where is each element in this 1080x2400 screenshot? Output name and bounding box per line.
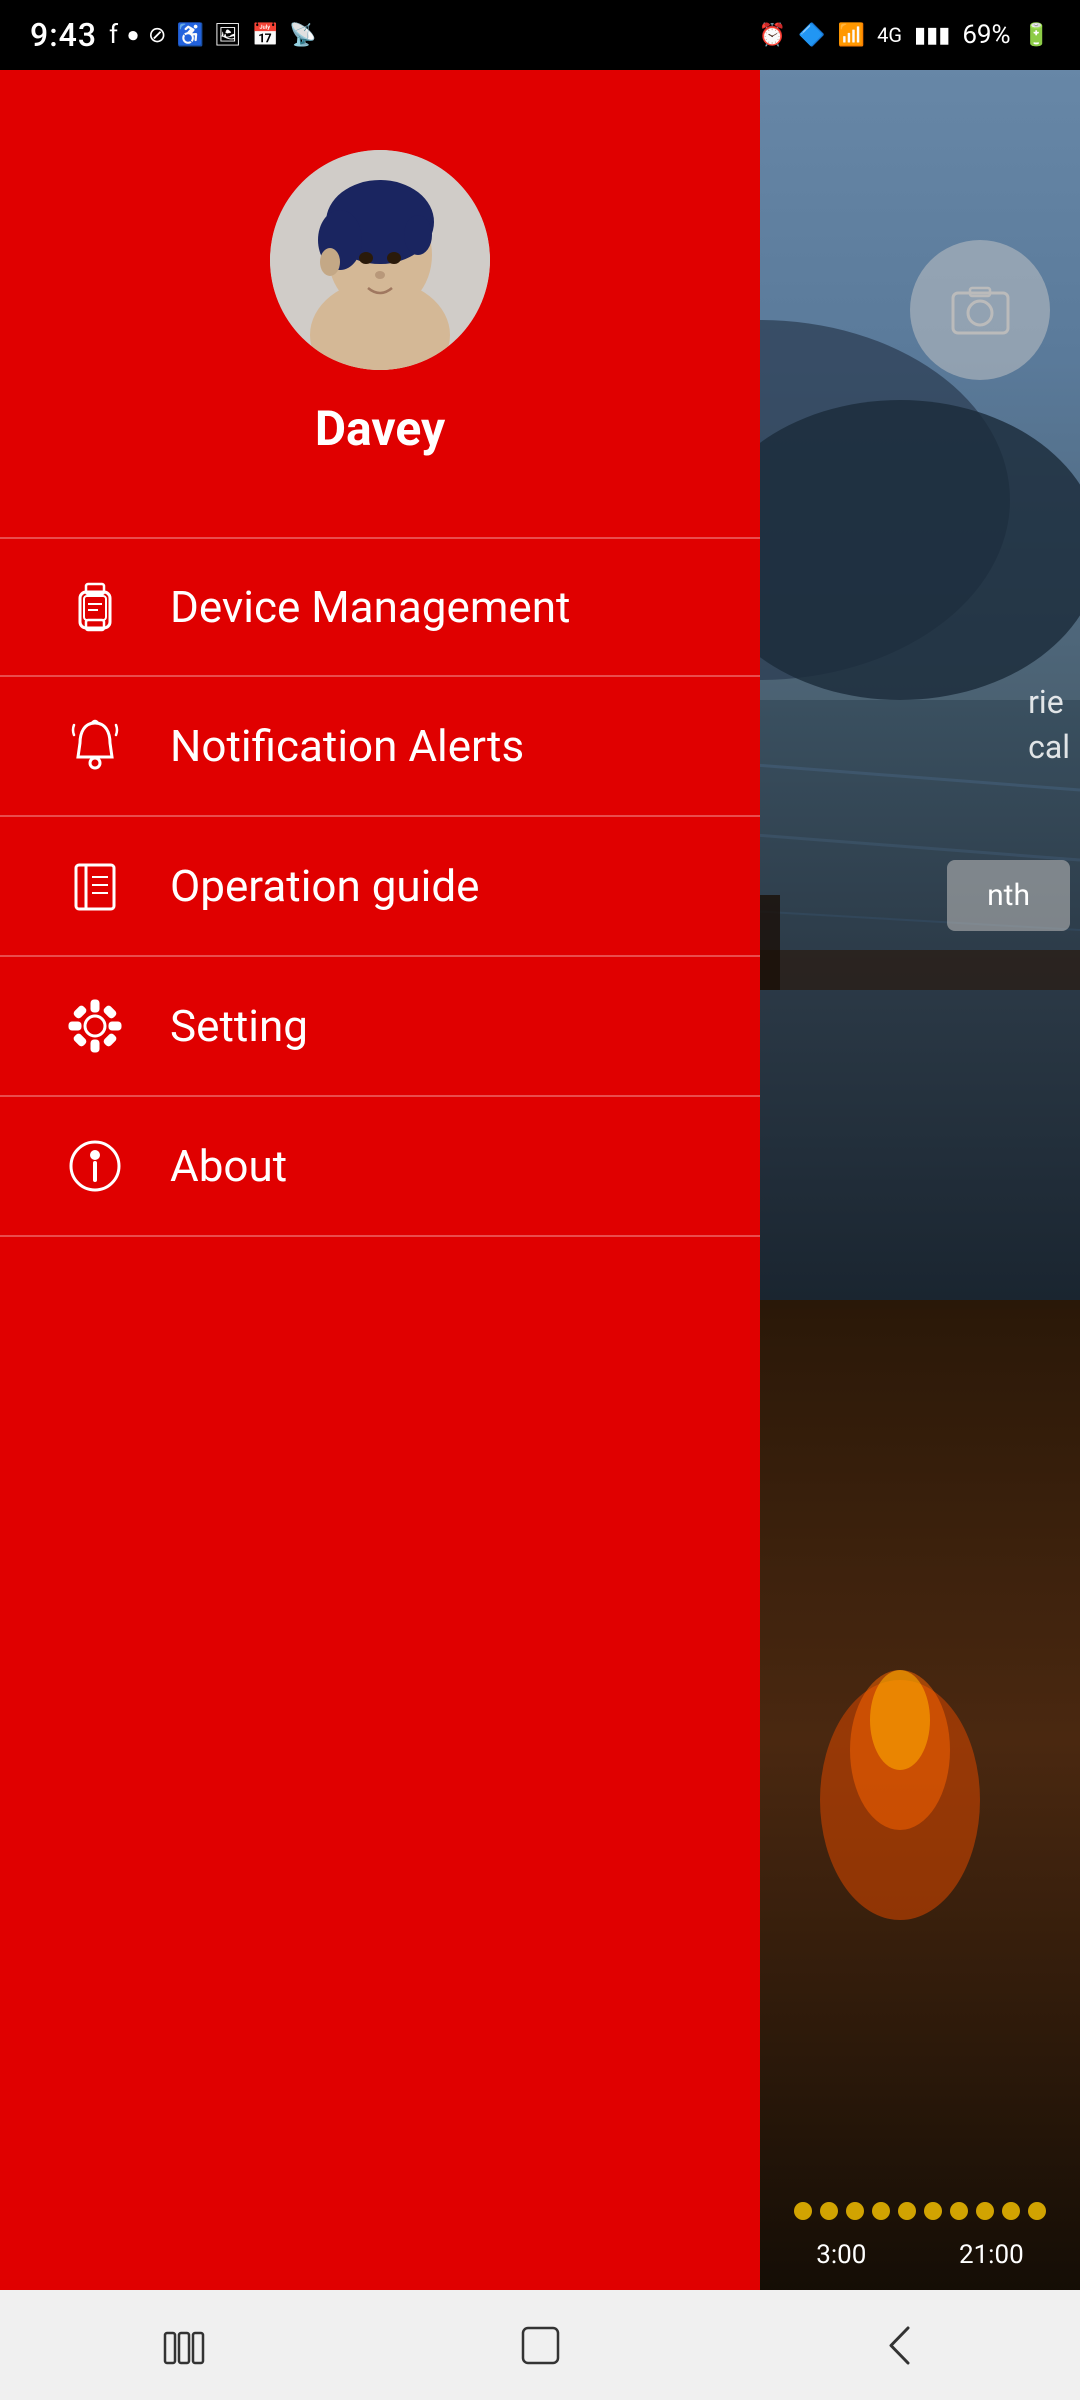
- drawer-content: Davey: [0, 70, 760, 2400]
- battery-icon: 🔋: [1023, 23, 1050, 48]
- dot-7: [950, 2202, 968, 2220]
- sidebar-item-about[interactable]: About: [0, 1097, 760, 1237]
- navigation-drawer: Davey: [0, 0, 760, 2400]
- setting-label: Setting: [170, 1000, 308, 1052]
- sidebar-item-operation-guide[interactable]: Operation guide: [0, 817, 760, 957]
- dot-3: [846, 2202, 864, 2220]
- time-start: 3:00: [816, 2240, 866, 2270]
- camera-icon: [948, 278, 1013, 343]
- operation-guide-label: Operation guide: [170, 860, 480, 912]
- wifi-icon: 📶: [838, 23, 865, 48]
- book-icon: [60, 851, 130, 921]
- month-button[interactable]: nth: [947, 860, 1070, 931]
- sidebar-item-setting[interactable]: Setting: [0, 957, 760, 1097]
- menu-list: Device Management: [0, 537, 760, 1237]
- back-icon: [873, 2318, 928, 2373]
- dot-6: [924, 2202, 942, 2220]
- facebook-icon: f: [109, 20, 118, 50]
- dot-9: [1002, 2202, 1020, 2220]
- status-time: 9:43: [30, 16, 97, 54]
- dot-5: [898, 2202, 916, 2220]
- timeline-times: 3:00 21:00: [760, 2240, 1080, 2270]
- status-bar: 9:43 f ⏺ ⊘ ♿ 🖼 📅 📡 ⏰ 🔷 📶 4G ▮▮▮ 69% 🔋: [0, 0, 1080, 70]
- signal-bars: ▮▮▮: [914, 23, 950, 48]
- recent-apps-button[interactable]: [130, 2310, 230, 2380]
- bell-icon: [60, 711, 130, 781]
- bluetooth-icon: 🔷: [798, 23, 825, 48]
- camera-button[interactable]: [910, 240, 1050, 380]
- gear-icon: [60, 991, 130, 1061]
- back-button[interactable]: [850, 2310, 950, 2380]
- status-icons-left: f ⏺ ⊘ ♿ 🖼 📅 📡: [109, 20, 317, 50]
- home-icon: [513, 2318, 568, 2373]
- right-text-1: rie cal: [1028, 680, 1070, 770]
- dot-10: [1028, 2202, 1046, 2220]
- dnd-icon: ⊘: [148, 23, 166, 48]
- dot-2: [820, 2202, 838, 2220]
- dot-8: [976, 2202, 994, 2220]
- status-bar-left: 9:43 f ⏺ ⊘ ♿ 🖼 📅 📡: [30, 16, 317, 54]
- status-bar-right: ⏰ 🔷 📶 4G ▮▮▮ 69% 🔋: [759, 20, 1050, 50]
- home-button[interactable]: [490, 2310, 590, 2380]
- info-icon: [60, 1131, 130, 1201]
- battery-percentage: 69%: [962, 20, 1010, 50]
- timeline-dots: [760, 2192, 1080, 2230]
- sidebar-item-device-management[interactable]: Device Management: [0, 537, 760, 677]
- profile-name: Davey: [315, 400, 445, 457]
- gallery-icon: 🖼: [214, 23, 242, 48]
- alarm-icon: ⏰: [759, 23, 786, 48]
- device-management-label: Device Management: [170, 581, 570, 633]
- bottom-navigation: [0, 2290, 1080, 2400]
- notification-alerts-label: Notification Alerts: [170, 720, 524, 772]
- dot-4: [872, 2202, 890, 2220]
- profile-section: Davey: [0, 70, 760, 537]
- calendar-icon: 📅: [252, 23, 279, 48]
- accessibility-icon: ♿: [176, 23, 203, 48]
- signal-icon: 4G: [877, 23, 902, 47]
- dot-1: [794, 2202, 812, 2220]
- avatar-image: [270, 150, 490, 370]
- recorder-icon: ⏺: [128, 23, 138, 47]
- sidebar-item-notification-alerts[interactable]: Notification Alerts: [0, 677, 760, 817]
- watch-icon: [60, 572, 130, 642]
- cast-icon: 📡: [289, 23, 316, 48]
- about-label: About: [170, 1140, 287, 1192]
- time-end: 21:00: [959, 2240, 1024, 2270]
- avatar[interactable]: [270, 150, 490, 370]
- recent-apps-icon: [153, 2318, 208, 2373]
